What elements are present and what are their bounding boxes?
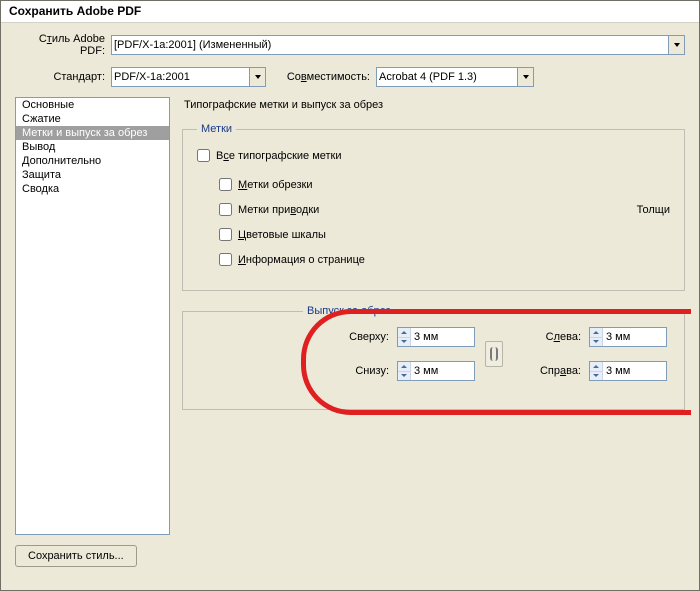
sidebar-item[interactable]: Вывод bbox=[16, 140, 169, 154]
sidebar-item[interactable]: Дополнительно bbox=[16, 154, 169, 168]
spin-bleed-top[interactable] bbox=[397, 327, 475, 347]
check-page-info-row: Информация о странице bbox=[219, 253, 365, 266]
bleed-grid: Сверху: Слев bbox=[303, 327, 670, 381]
sidebar-item[interactable]: Защита bbox=[16, 168, 169, 182]
settings-panel: Типографские метки и выпуск за обрез Мет… bbox=[182, 97, 685, 535]
panel-title: Типографские метки и выпуск за обрез bbox=[184, 99, 685, 111]
label-compat: Совместимость: bbox=[284, 71, 376, 83]
spin-bleed-left[interactable] bbox=[589, 327, 667, 347]
check-page-info[interactable] bbox=[219, 253, 232, 266]
label-bleed-left: Слева: bbox=[513, 331, 589, 343]
label-standard: Стандарт: bbox=[15, 71, 111, 83]
spin-bleed-right[interactable] bbox=[589, 361, 667, 381]
spinner-icon[interactable] bbox=[398, 328, 411, 346]
spin-bleed-bottom[interactable] bbox=[397, 361, 475, 381]
spinner-icon[interactable] bbox=[590, 328, 603, 346]
fieldset-bleed: Выпуск за обрез Сверху: bbox=[182, 305, 685, 410]
check-all-marks-label: Все типографские метки bbox=[216, 150, 342, 162]
label-bleed-bottom: Снизу: bbox=[303, 365, 397, 377]
legend-marks: Метки bbox=[197, 123, 236, 135]
link-values-button[interactable] bbox=[485, 341, 503, 367]
check-color-bars-label: Цветовые шкалы bbox=[238, 229, 326, 241]
dialog-window: Сохранить Adobe PDF Стиль Adobe PDF: [PD… bbox=[0, 0, 700, 591]
combo-pdf-style-wrap: [PDF/X-1a:2001] (Измененный) bbox=[111, 35, 685, 55]
spinner-icon[interactable] bbox=[590, 362, 603, 380]
window-title: Сохранить Adobe PDF bbox=[1, 1, 699, 23]
thickness-label-cut: Толщи bbox=[365, 174, 670, 278]
link-cell bbox=[475, 341, 513, 367]
combo-compat[interactable]: Acrobat 4 (PDF 1.3) bbox=[376, 67, 534, 87]
sidebar-item[interactable]: Метки и выпуск за обрез bbox=[16, 126, 169, 140]
combo-compat-wrap: Acrobat 4 (PDF 1.3) bbox=[376, 67, 534, 87]
check-registration-marks-label: Метки приводки bbox=[238, 204, 319, 216]
check-trim-marks-row: Метки обрезки bbox=[219, 178, 365, 191]
row-standard-compat: Стандарт: PDF/X-1a:2001 Совместимость: A… bbox=[15, 67, 685, 87]
fieldset-marks: Метки Все типографские метки Мет bbox=[182, 123, 685, 291]
spinner-icon[interactable] bbox=[398, 362, 411, 380]
main-area: ОсновныеСжатиеМетки и выпуск за обрезВыв… bbox=[15, 97, 685, 535]
combo-standard[interactable]: PDF/X-1a:2001 bbox=[111, 67, 266, 87]
row-pdf-style: Стиль Adobe PDF: [PDF/X-1a:2001] (Измене… bbox=[15, 33, 685, 57]
label-bleed-right: Справа: bbox=[513, 365, 589, 377]
sidebar-item[interactable]: Сводка bbox=[16, 182, 169, 196]
check-color-bars[interactable] bbox=[219, 228, 232, 241]
check-trim-marks[interactable] bbox=[219, 178, 232, 191]
check-all-marks-row: Все типографские метки bbox=[197, 149, 670, 162]
save-style-button[interactable]: Сохранить стиль... bbox=[15, 545, 137, 567]
check-registration-marks-row: Метки приводки bbox=[219, 203, 365, 216]
check-page-info-label: Информация о странице bbox=[238, 254, 365, 266]
check-all-marks[interactable] bbox=[197, 149, 210, 162]
label-pdf-style: Стиль Adobe PDF: bbox=[15, 33, 111, 57]
link-icon bbox=[490, 347, 498, 361]
label-bleed-top: Сверху: bbox=[303, 331, 397, 343]
combo-pdf-style[interactable]: [PDF/X-1a:2001] (Измененный) bbox=[111, 35, 685, 55]
sidebar-item[interactable]: Основные bbox=[16, 98, 169, 112]
check-color-bars-row: Цветовые шкалы bbox=[219, 228, 365, 241]
combo-standard-wrap: PDF/X-1a:2001 bbox=[111, 67, 266, 87]
dialog-content: Стиль Adobe PDF: [PDF/X-1a:2001] (Измене… bbox=[1, 23, 699, 567]
check-registration-marks[interactable] bbox=[219, 203, 232, 216]
legend-bleed: Выпуск за обрез bbox=[303, 305, 395, 317]
category-sidebar[interactable]: ОсновныеСжатиеМетки и выпуск за обрезВыв… bbox=[15, 97, 170, 535]
sidebar-item[interactable]: Сжатие bbox=[16, 112, 169, 126]
check-trim-marks-label: Метки обрезки bbox=[238, 179, 313, 191]
